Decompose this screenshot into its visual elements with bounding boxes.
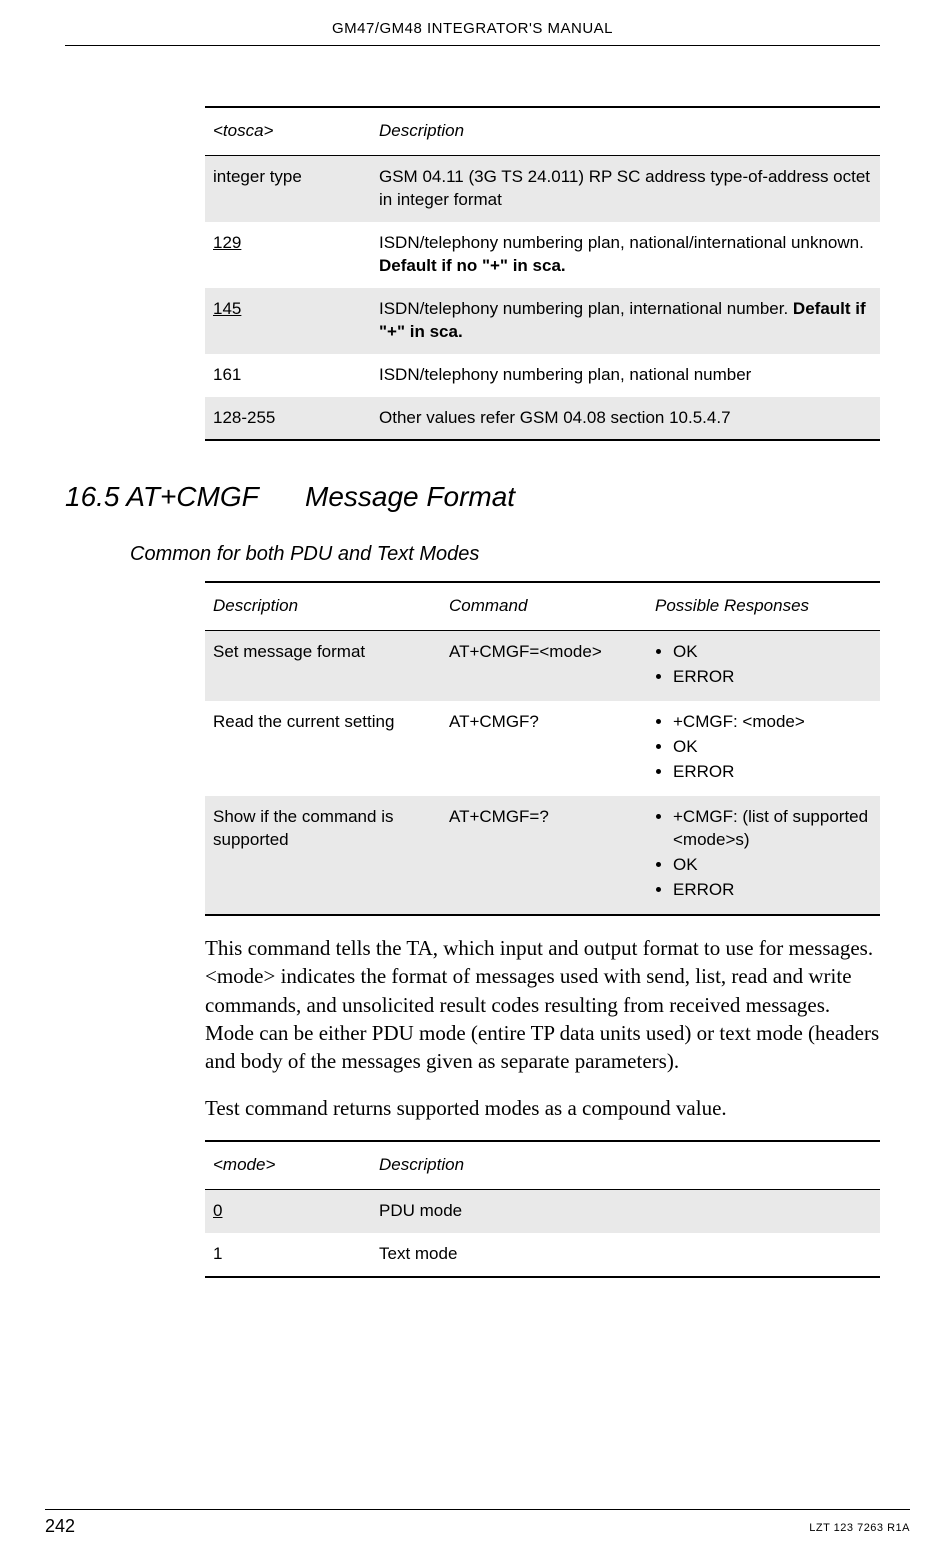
table-row: 129 ISDN/telephony numbering plan, natio… — [205, 222, 880, 288]
th-description: Description — [371, 1141, 880, 1189]
cell: ISDN/telephony numbering plan, national/… — [371, 222, 880, 288]
table-row: Show if the command is supported AT+CMGF… — [205, 796, 880, 915]
table-row: Read the current setting AT+CMGF? +CMGF:… — [205, 701, 880, 796]
paragraph: This command tells the TA, which input a… — [205, 934, 880, 1076]
mode-table: <mode> Description 0 PDU mode 1 Text mod… — [205, 1140, 880, 1278]
th-description: Description — [371, 107, 880, 155]
list-item: OK — [673, 854, 872, 877]
list-item: +CMGF: (list of supported <mode>s) — [673, 806, 872, 852]
section-title-text: Message Format — [305, 481, 515, 513]
cell: 129 — [205, 222, 371, 288]
th-tosca: <tosca> — [205, 107, 371, 155]
list-item: OK — [673, 641, 872, 664]
cell: Text mode — [371, 1233, 880, 1277]
cell: Read the current setting — [205, 701, 441, 796]
page-header: GM47/GM48 INTEGRATOR'S MANUAL — [65, 20, 880, 46]
cell: 128-255 — [205, 397, 371, 441]
cell: 145 — [205, 288, 371, 354]
cell: 0 — [205, 1189, 371, 1232]
table-row: 161 ISDN/telephony numbering plan, natio… — [205, 354, 880, 397]
cmgf-table: Description Command Possible Responses S… — [205, 581, 880, 915]
cell: ISDN/telephony numbering plan, national … — [371, 354, 880, 397]
table-row: 128-255 Other values refer GSM 04.08 sec… — [205, 397, 880, 441]
cell: 1 — [205, 1233, 371, 1277]
section-number: 16.5 AT+CMGF — [65, 481, 285, 513]
table-row: integer type GSM 04.11 (3G TS 24.011) RP… — [205, 155, 880, 221]
cell: Other values refer GSM 04.08 section 10.… — [371, 397, 880, 441]
list-item: ERROR — [673, 666, 872, 689]
page-number: 242 — [45, 1516, 75, 1536]
cell: +CMGF: (list of supported <mode>s) OK ER… — [647, 796, 880, 915]
cell: 161 — [205, 354, 371, 397]
cell: GSM 04.11 (3G TS 24.011) RP SC address t… — [371, 155, 880, 221]
table-row: Set message format AT+CMGF=<mode> OK ERR… — [205, 631, 880, 701]
cell: PDU mode — [371, 1189, 880, 1232]
paragraph: Test command returns supported modes as … — [205, 1094, 880, 1122]
list-item: +CMGF: <mode> — [673, 711, 872, 734]
cell: AT+CMGF=? — [441, 796, 647, 915]
section-heading: 16.5 AT+CMGF Message Format — [205, 481, 880, 513]
cell: AT+CMGF=<mode> — [441, 631, 647, 701]
cell: +CMGF: <mode> OK ERROR — [647, 701, 880, 796]
th-mode: <mode> — [205, 1141, 371, 1189]
doc-id: LZT 123 7263 R1A — [809, 1516, 910, 1534]
table-row: 145 ISDN/telephony numbering plan, inter… — [205, 288, 880, 354]
cell: Show if the command is supported — [205, 796, 441, 915]
table-row: 1 Text mode — [205, 1233, 880, 1277]
cell: OK ERROR — [647, 631, 880, 701]
subsection-heading: Common for both PDU and Text Modes — [130, 543, 880, 566]
cell: Set message format — [205, 631, 441, 701]
th-description: Description — [205, 582, 441, 630]
th-responses: Possible Responses — [647, 582, 880, 630]
cell: integer type — [205, 155, 371, 221]
tosca-table: <tosca> Description integer type GSM 04.… — [205, 106, 880, 441]
page-footer: 242 LZT 123 7263 R1A — [45, 1509, 910, 1537]
list-item: ERROR — [673, 761, 872, 784]
th-command: Command — [441, 582, 647, 630]
table-row: 0 PDU mode — [205, 1189, 880, 1232]
cell: AT+CMGF? — [441, 701, 647, 796]
list-item: OK — [673, 736, 872, 759]
list-item: ERROR — [673, 879, 872, 902]
cell: ISDN/telephony numbering plan, internati… — [371, 288, 880, 354]
